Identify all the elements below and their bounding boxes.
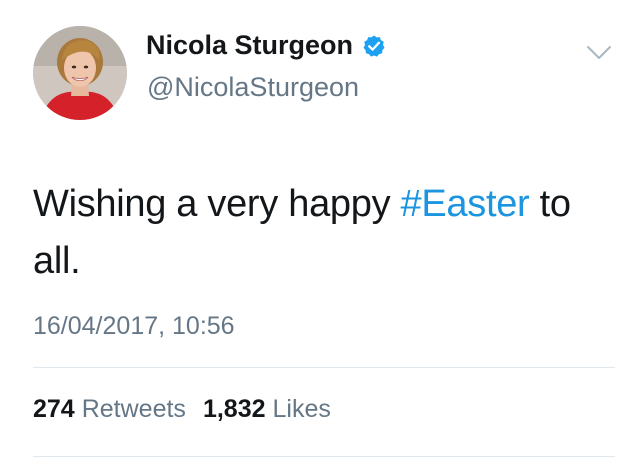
likes-count: 1,832 [202, 395, 266, 423]
retweets-stat[interactable]: 274 Retweets [33, 395, 186, 424]
tweet-timestamp[interactable]: 16/04/2017, 10:56 [33, 312, 235, 341]
retweets-label: Retweets [81, 395, 186, 423]
verified-badge-icon [362, 34, 386, 58]
tweet-stats: 274 Retweets 1,832 Likes [33, 395, 331, 424]
tweet-text-before: Wishing a very happy [33, 183, 401, 225]
divider [33, 456, 615, 457]
chevron-down-icon[interactable] [586, 45, 612, 61]
display-name[interactable]: Nicola Sturgeon [146, 30, 386, 61]
tweet-card: Nicola Sturgeon @NicolaSturgeon Wishing … [0, 0, 640, 465]
avatar[interactable] [33, 26, 127, 120]
user-handle[interactable]: @NicolaSturgeon [147, 72, 359, 103]
retweets-count: 274 [33, 395, 75, 423]
display-name-text: Nicola Sturgeon [146, 30, 354, 60]
tweet-text: Wishing a very happy #Easter to all. [33, 176, 618, 290]
hashtag-link[interactable]: #Easter [401, 183, 530, 225]
avatar-image [33, 26, 127, 120]
divider [33, 367, 615, 368]
likes-label: Likes [272, 395, 331, 423]
likes-stat[interactable]: 1,832 Likes [203, 395, 331, 424]
